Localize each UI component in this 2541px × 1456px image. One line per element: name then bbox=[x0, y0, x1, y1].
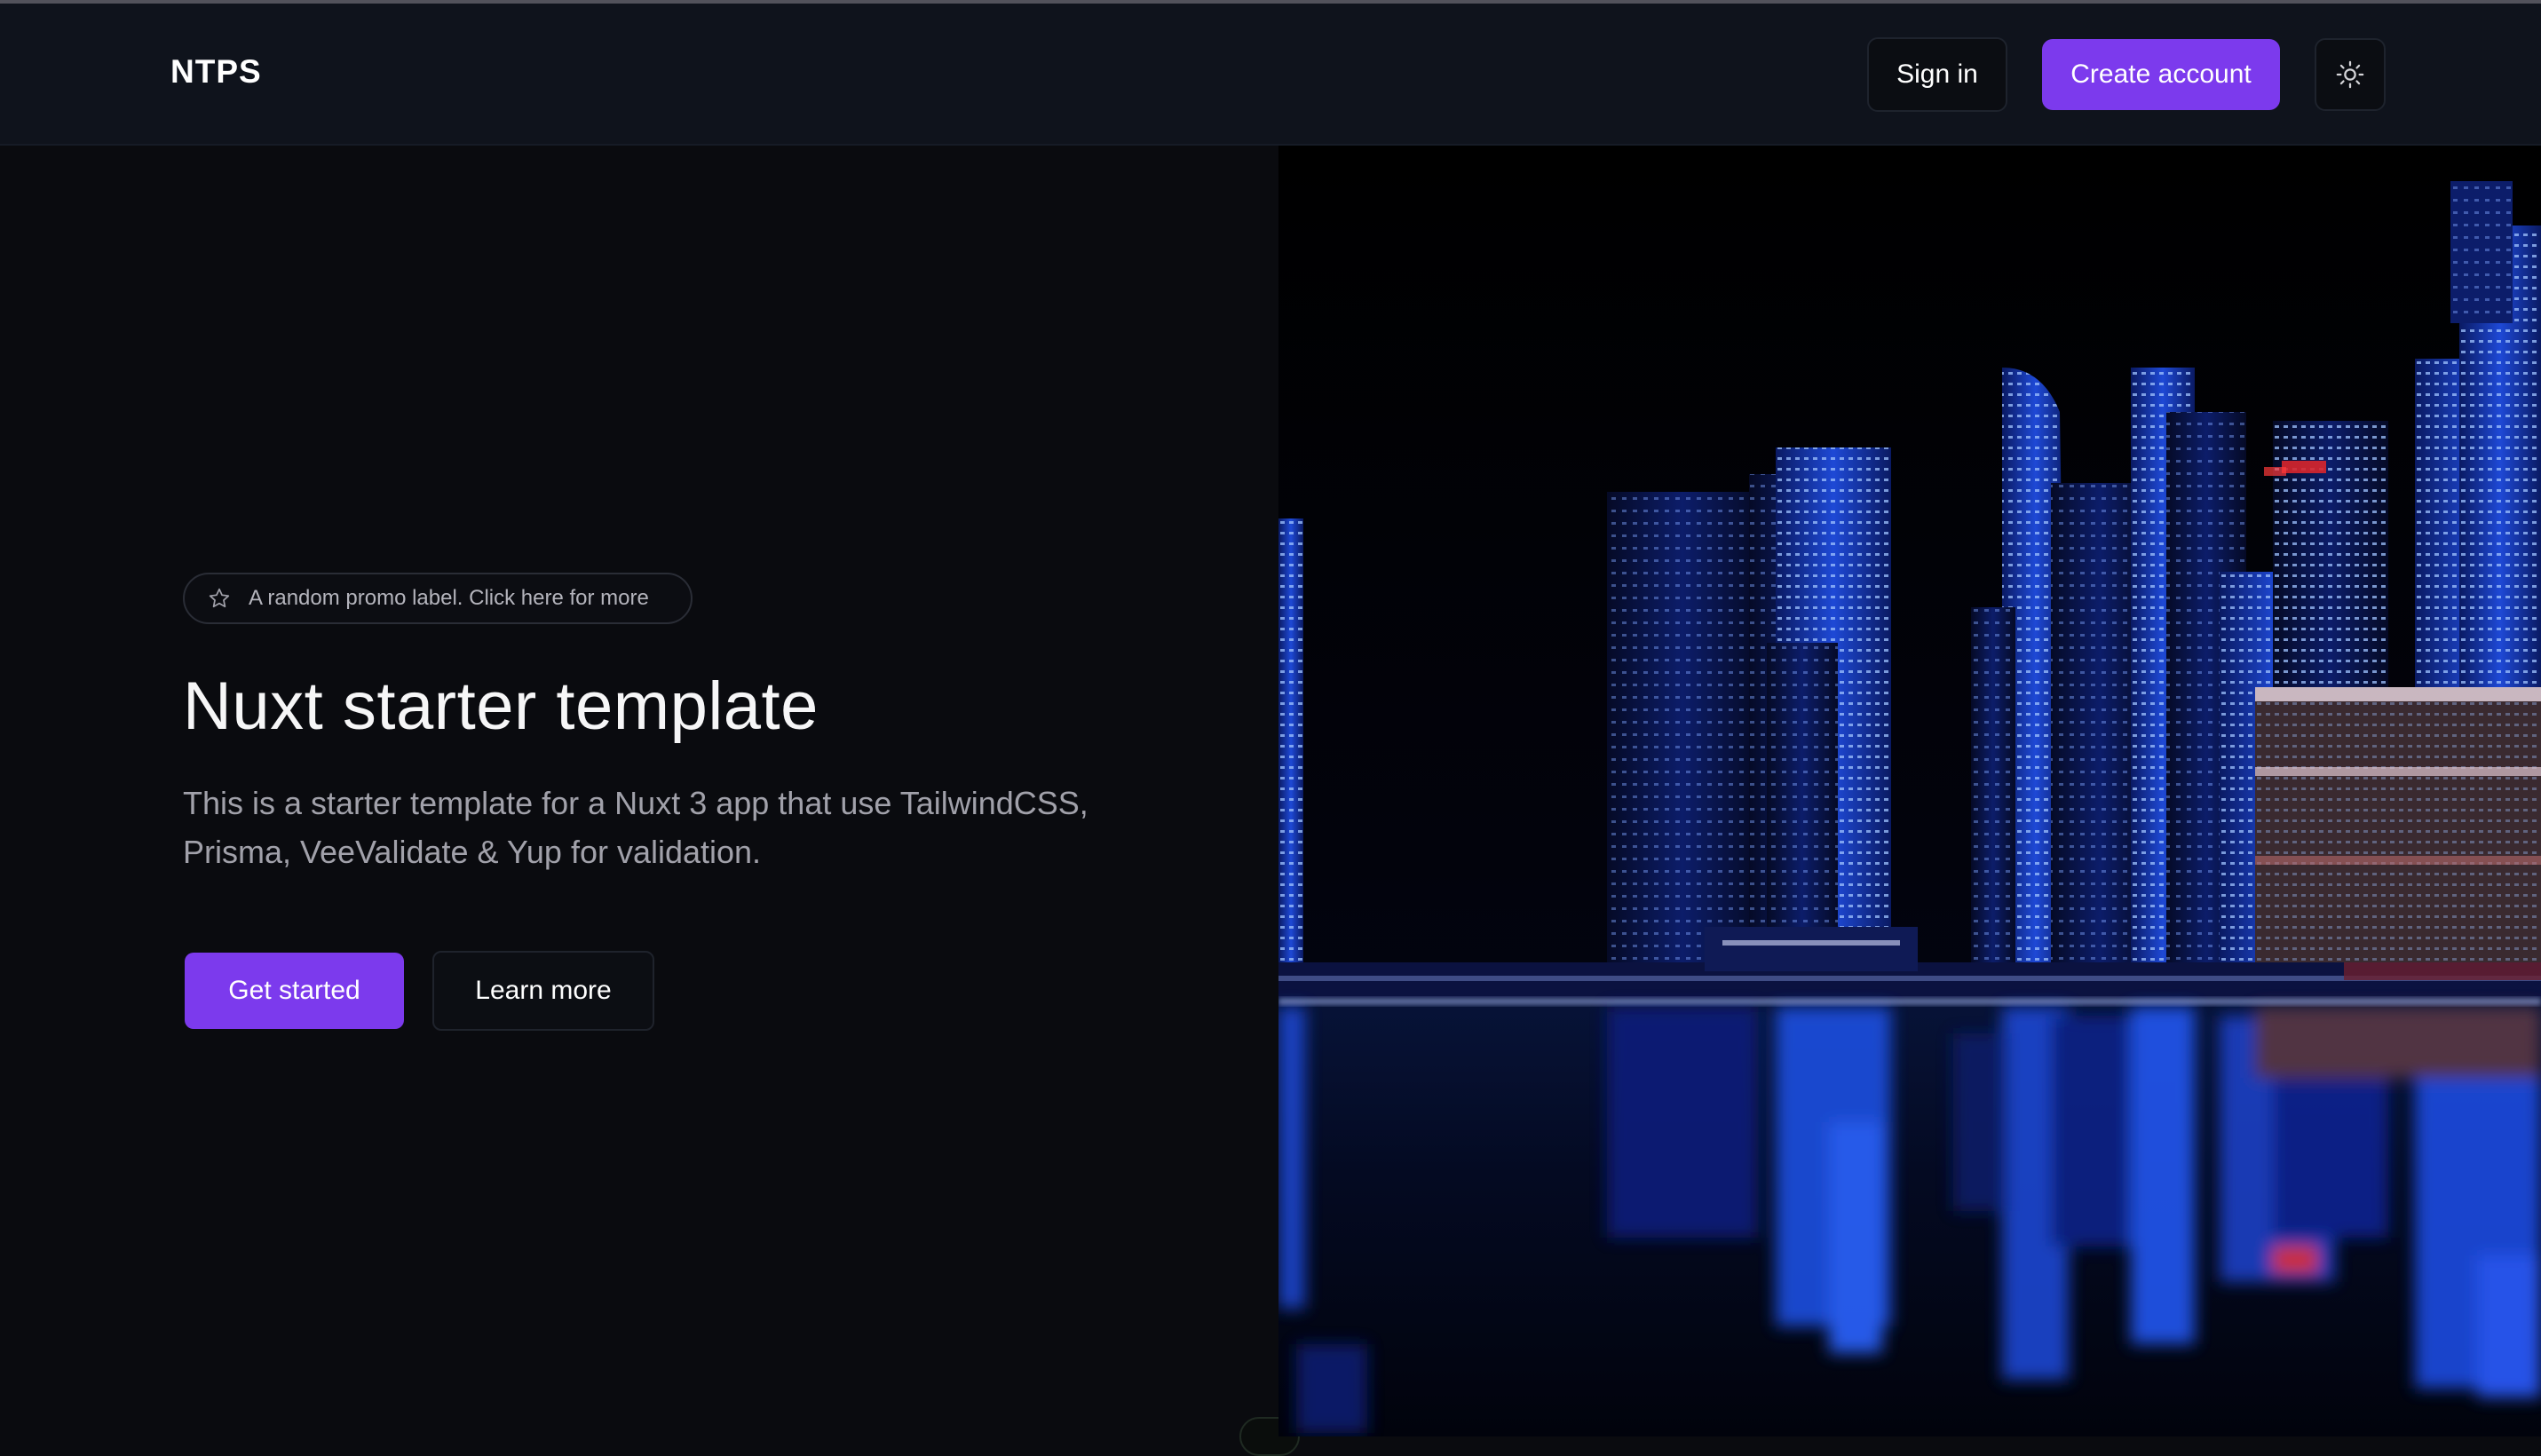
theme-toggle-button[interactable] bbox=[2315, 38, 2386, 111]
sign-in-button[interactable]: Sign in bbox=[1867, 37, 2007, 112]
learn-more-button[interactable]: Learn more bbox=[432, 951, 654, 1031]
top-navbar: NTPS Sign in Create account bbox=[0, 0, 2541, 146]
hero-title: Nuxt starter template bbox=[183, 669, 819, 744]
promo-badge[interactable]: A random promo label. Click here for mor… bbox=[183, 573, 693, 624]
create-account-button[interactable]: Create account bbox=[2042, 39, 2280, 110]
hero-image bbox=[1278, 146, 2541, 1436]
window-top-border bbox=[0, 0, 2541, 4]
hero-description: This is a starter template for a Nuxt 3 … bbox=[183, 785, 1088, 870]
get-started-button[interactable]: Get started bbox=[185, 953, 404, 1029]
promo-label: A random promo label. Click here for mor… bbox=[249, 586, 649, 610]
star-icon bbox=[208, 587, 231, 610]
brand-logo[interactable]: NTPS bbox=[170, 53, 262, 91]
sun-icon bbox=[2335, 59, 2365, 90]
